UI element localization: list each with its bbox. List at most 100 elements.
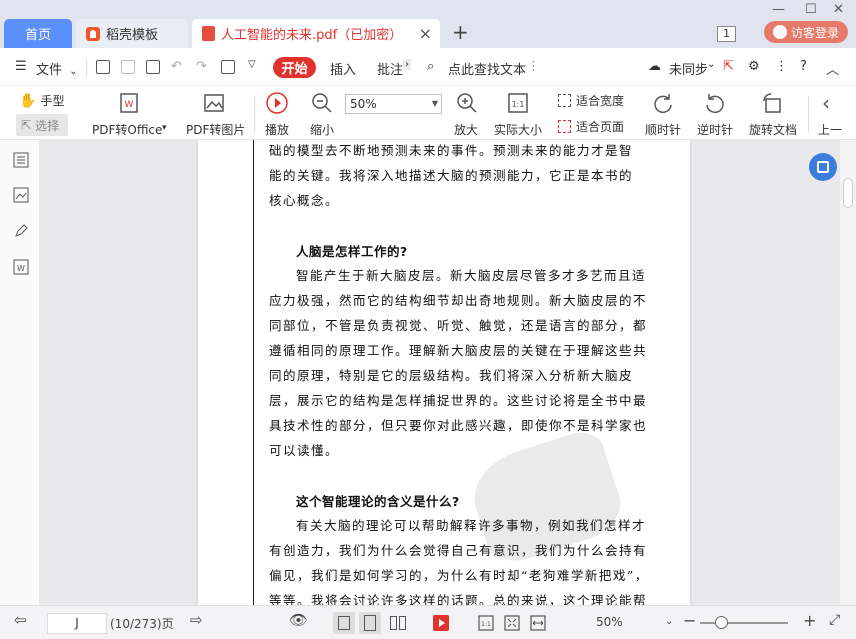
- cursor-icon: ⇱: [21, 118, 32, 132]
- svg-text:W: W: [125, 100, 134, 110]
- tab-annotate[interactable]: 批注: [377, 59, 403, 78]
- fit-page-icon[interactable]: [503, 614, 521, 632]
- zoom-in-icon[interactable]: +: [803, 611, 816, 630]
- close-tab-icon[interactable]: ×: [419, 24, 432, 43]
- actual-size-icon[interactable]: 1:1: [477, 614, 495, 632]
- zoom-in-label: 放大: [454, 123, 479, 137]
- fit-page-button[interactable]: 适合页面: [558, 118, 624, 135]
- chevron-right-icon[interactable]: ›: [403, 59, 411, 70]
- avatar-icon: [772, 25, 787, 39]
- thumbnail-icon[interactable]: [13, 187, 29, 203]
- new-tab-button[interactable]: +: [452, 20, 469, 44]
- eye-protection-icon[interactable]: 👁: [289, 611, 308, 629]
- tab-template[interactable]: 稻壳模板: [76, 19, 188, 48]
- rotate-ccw-label: 逆时针: [697, 123, 734, 137]
- select-tool-label: 选择: [35, 118, 60, 133]
- chevron-down-icon[interactable]: ⌄: [707, 59, 715, 70]
- pdf-to-image-icon: [204, 94, 224, 112]
- divider: [808, 96, 809, 132]
- minimize-icon[interactable]: —: [772, 2, 785, 17]
- scrollbar-thumb[interactable]: [843, 178, 853, 208]
- undo-icon[interactable]: ↶: [171, 59, 182, 74]
- continuous-page-icon: [364, 615, 376, 631]
- tab-home[interactable]: 首页: [4, 19, 72, 48]
- floating-convert-button[interactable]: [809, 153, 837, 181]
- text-line: 可以读懂。: [269, 443, 340, 458]
- save-icon[interactable]: [121, 60, 135, 74]
- convert-icon: [817, 161, 829, 173]
- convert-icon[interactable]: W: [13, 259, 29, 275]
- section-heading: 人脑是怎样工作的?: [296, 244, 408, 259]
- cloud-sync-icon[interactable]: ☁: [648, 59, 661, 74]
- window-counter[interactable]: 1: [717, 26, 736, 42]
- more-dropdown-icon[interactable]: ▽: [248, 59, 256, 70]
- login-button[interactable]: 访客登录: [764, 21, 848, 43]
- svg-text:1:1: 1:1: [481, 621, 491, 628]
- annotation-icon[interactable]: [13, 223, 29, 239]
- document-view[interactable]: 础的模型去不断地预测未来的事件。预测未来的能力才是智 能的关键。我将深入地描述大…: [40, 140, 840, 605]
- collapse-ribbon-icon[interactable]: ︿: [826, 59, 839, 78]
- single-page-view-button[interactable]: [333, 612, 355, 634]
- open-folder-icon[interactable]: [96, 60, 110, 74]
- section-heading: 这个智能理论的含义是什么?: [296, 494, 460, 509]
- page-number-input[interactable]: J: [47, 613, 107, 634]
- outline-icon[interactable]: [13, 152, 29, 168]
- chevron-down-icon[interactable]: ⌄: [665, 616, 673, 627]
- login-label: 访客登录: [790, 25, 839, 40]
- chevron-down-icon: ⌄: [69, 66, 78, 77]
- single-page-icon: [338, 616, 350, 630]
- two-page-view-button[interactable]: [387, 612, 409, 634]
- print-icon[interactable]: [146, 60, 160, 74]
- fullscreen-icon[interactable]: ⤢: [829, 612, 840, 628]
- more-options-icon[interactable]: ⋮: [527, 59, 540, 74]
- select-tool[interactable]: ⇱ 选择: [16, 114, 68, 136]
- rotate-document-label: 旋转文档: [749, 123, 798, 137]
- zoom-level[interactable]: 50%: [596, 615, 623, 629]
- continuous-view-button[interactable]: [359, 612, 381, 634]
- text-line: 遵循相同的原理工作。理解新大脑皮层的关键在于理解这些共: [269, 343, 648, 358]
- page-margin-line: [253, 140, 254, 605]
- tab-document-label: 人工智能的未来.pdf（已加密）: [221, 28, 403, 43]
- zoom-slider[interactable]: [700, 616, 788, 629]
- hamburger-icon[interactable]: ☰: [15, 59, 27, 74]
- play-label: 播放: [265, 123, 290, 137]
- search-text[interactable]: 点此查找文本: [448, 59, 526, 78]
- page-count: (10/273)页: [110, 617, 174, 631]
- maximize-icon[interactable]: ☐: [805, 2, 817, 17]
- divider: [254, 96, 255, 132]
- hand-tool-label: 手型: [40, 94, 65, 108]
- text-line: 有关大脑的理论可以帮助解释许多事物，例如我们怎样才: [296, 518, 647, 533]
- vertical-scrollbar[interactable]: [840, 140, 856, 605]
- redo-icon[interactable]: ↷: [196, 59, 207, 74]
- fit-page-icon: [558, 120, 571, 133]
- tab-insert[interactable]: 插入: [330, 59, 356, 78]
- rotate-counterclockwise-icon: [706, 94, 724, 114]
- hand-tool[interactable]: ✋ 手型: [19, 92, 64, 109]
- gear-icon[interactable]: ⚙: [748, 59, 760, 74]
- status-bar: ⇦ J (10/273)页 ⇨ 👁 1:1 50% ⌄ − + ⤢: [0, 605, 856, 639]
- tab-document[interactable]: 人工智能的未来.pdf（已加密） ×: [192, 19, 440, 48]
- tab-template-label: 稻壳模板: [106, 28, 159, 43]
- sync-status[interactable]: 未同步: [669, 59, 708, 78]
- help-icon[interactable]: ?: [800, 59, 807, 74]
- export-icon[interactable]: [221, 60, 235, 74]
- close-window-icon[interactable]: ✕: [833, 2, 844, 17]
- arrow-left-icon[interactable]: ⇦: [14, 611, 27, 629]
- zoom-out-icon[interactable]: −: [683, 611, 696, 630]
- play-icon[interactable]: [432, 614, 450, 632]
- text-line: 具技术性的部分，但只要你对此感兴趣，即使你不是科学家也: [269, 418, 648, 433]
- arrow-right-icon[interactable]: ⇨: [190, 611, 203, 629]
- fit-width-button[interactable]: 适合宽度: [558, 92, 624, 109]
- share-icon[interactable]: ⇱: [723, 59, 734, 74]
- docer-logo-icon: [86, 26, 100, 41]
- chevron-down-icon: ▼: [431, 99, 438, 108]
- zoom-slider-knob[interactable]: [715, 616, 728, 629]
- zoom-select[interactable]: 50% ▼: [345, 94, 442, 114]
- tab-start[interactable]: 开始: [273, 57, 316, 78]
- fit-width-icon[interactable]: [529, 614, 547, 632]
- more-menu-icon[interactable]: ⋮: [775, 59, 788, 74]
- file-menu[interactable]: 文件 ⌄: [36, 59, 78, 78]
- menu-bar: ☰ 文件 ⌄ ↶ ↷ ▽ 开始 插入 批注 › ⌕ 点此查找文本 ⋮ ☁ 未同步…: [0, 48, 856, 86]
- search-icon[interactable]: ⌕: [427, 59, 434, 74]
- pdf-page: 础的模型去不断地预测未来的事件。预测未来的能力才是智 能的关键。我将深入地描述大…: [198, 140, 690, 605]
